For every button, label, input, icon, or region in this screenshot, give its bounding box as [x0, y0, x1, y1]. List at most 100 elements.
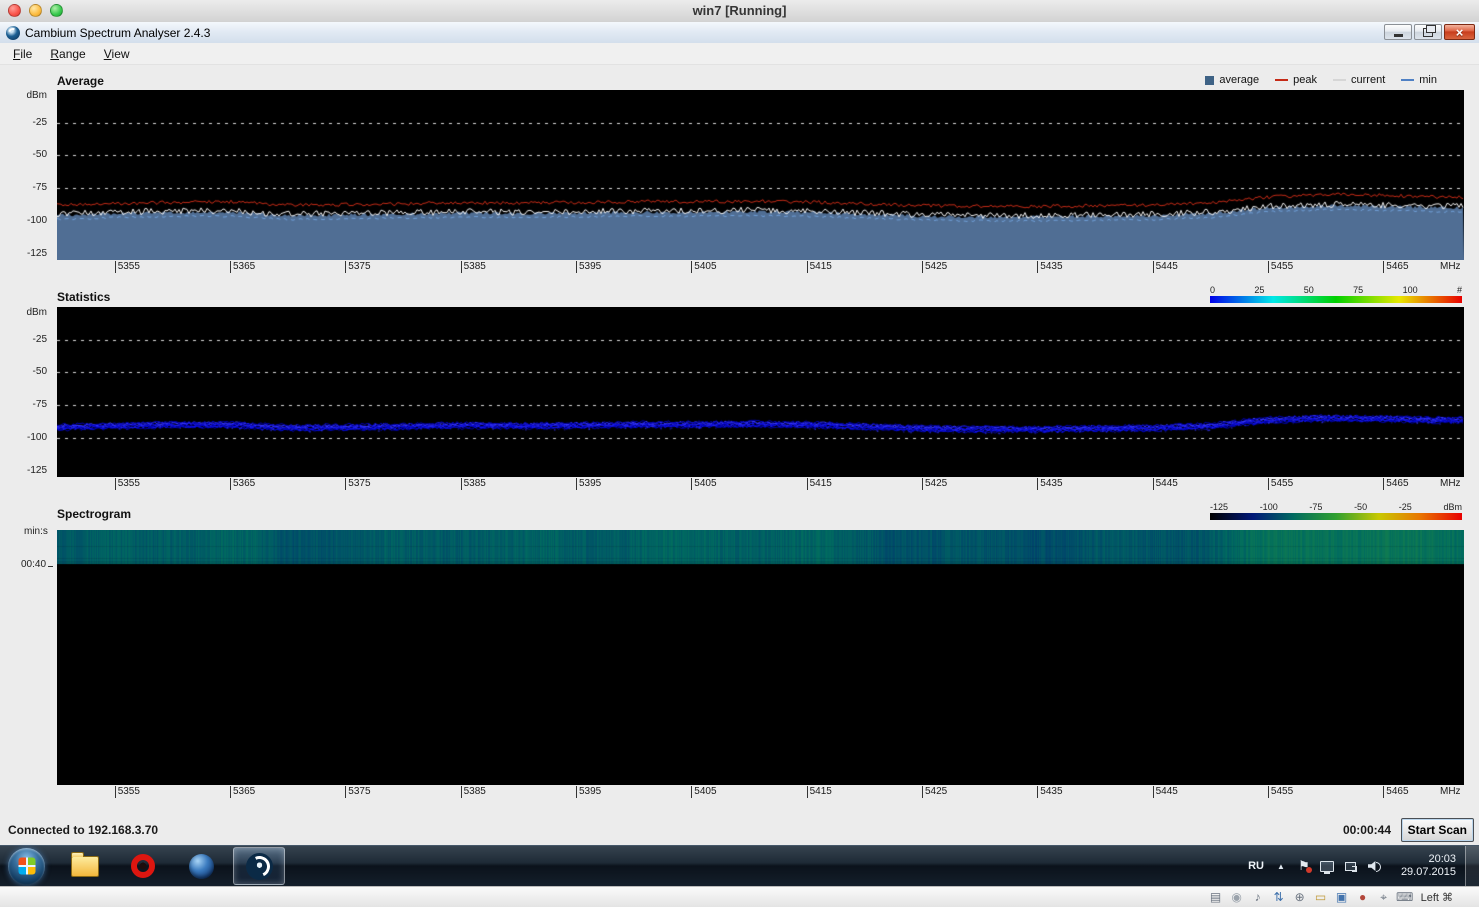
x-tick-label: 5445 [1153, 786, 1178, 798]
x-tick-label: 5375 [345, 786, 370, 798]
start-button[interactable] [8, 848, 45, 885]
colorbar-label: 25 [1254, 285, 1264, 296]
average-legend: averagepeakcurrentmin [1205, 74, 1437, 86]
x-tick-label: 5435 [1037, 786, 1062, 798]
x-tick-label: 5415 [807, 786, 832, 798]
x-tick-label: 5405 [691, 261, 716, 273]
x-tick-label: 5355 [115, 261, 140, 273]
colorbar-label: -50 [1354, 502, 1367, 513]
vbox-folder-icon[interactable] [1313, 889, 1329, 905]
x-tick-label: 5355 [115, 478, 140, 490]
spectrogram-plot-canvas [57, 530, 1464, 785]
macos-titlebar[interactable]: win7 [Running] [0, 0, 1479, 23]
taskbar-buttons [0, 846, 291, 886]
taskbar-explorer-button[interactable] [59, 847, 111, 885]
vbox-status-icons [1208, 889, 1413, 905]
statistics-plot-canvas [57, 307, 1464, 477]
x-tick-label: 5425 [922, 786, 947, 798]
tray-display-icon[interactable] [1319, 858, 1335, 874]
explorer-icon [71, 856, 99, 877]
x-tick-label: 5425 [922, 478, 947, 490]
tray-flag-icon[interactable] [1296, 858, 1312, 874]
x-tick-label: 5355 [115, 786, 140, 798]
statistics-x-axis: 5355536553755385539554055415542554355445… [57, 477, 1464, 493]
spectrogram-colorbar-labels: -125-100-75-50-25dBm [1210, 502, 1462, 513]
elapsed-time: 00:00:44 [1343, 823, 1391, 837]
app-titlebar[interactable]: Cambium Spectrum Analyser 2.4.3 × [0, 22, 1479, 44]
tray-expand-icon[interactable] [1273, 858, 1289, 874]
vbox-mouse-icon[interactable] [1376, 889, 1392, 905]
x-axis-unit-label: MHz [1440, 261, 1461, 273]
vbox-hdd-icon[interactable] [1208, 889, 1224, 905]
x-tick-label: 5405 [691, 478, 716, 490]
host-key-indicator: Left ⌘ [1421, 891, 1453, 904]
x-tick-label: 5385 [461, 786, 486, 798]
y-axis-unit-label: dBm [3, 307, 47, 319]
vbox-record-icon[interactable] [1355, 889, 1371, 905]
statistics-y-axis: dBm-25-50-75-100-125 [0, 307, 53, 477]
menu-file[interactable]: File [4, 44, 41, 64]
x-tick-label: 5385 [461, 261, 486, 273]
vbox-net-icon[interactable] [1271, 889, 1287, 905]
taskbar-opera-button[interactable] [117, 847, 169, 885]
legend-peak: peak [1275, 74, 1317, 86]
close-button[interactable]: × [1444, 24, 1475, 40]
colorbar-label: 100 [1403, 285, 1418, 296]
cambium-app-icon [6, 26, 20, 40]
app-title: Cambium Spectrum Analyser 2.4.3 [25, 26, 210, 40]
x-tick-label: 5365 [230, 261, 255, 273]
menu-range[interactable]: Range [41, 44, 94, 64]
cambium-icon [246, 853, 273, 880]
y-tick-label: -50 [3, 366, 47, 378]
vbox-display-icon[interactable] [1334, 889, 1350, 905]
x-tick-label: 5415 [807, 478, 832, 490]
y-tick-label: -125 [3, 248, 47, 260]
y-axis-unit-label: dBm [3, 90, 47, 102]
statistics-colorbar-gradient [1210, 296, 1462, 303]
vbox-usb-icon[interactable] [1292, 889, 1308, 905]
restore-button[interactable] [1414, 24, 1442, 40]
menu-view[interactable]: View [95, 44, 139, 64]
tray-plug-icon[interactable] [1342, 858, 1358, 874]
y-tick-label: -125 [3, 465, 47, 477]
spectrogram-colorbar: -125-100-75-50-25dBm [1210, 502, 1462, 520]
x-tick-label: 5365 [230, 786, 255, 798]
taskbar-clock[interactable]: 20:03 29.07.2015 [1392, 853, 1456, 879]
minimize-icon [1394, 34, 1403, 37]
statistics-colorbar-labels: 0255075100# [1210, 285, 1462, 296]
y-tick-label: -50 [3, 149, 47, 161]
spectrogram-section-title: Spectrogram [57, 507, 131, 521]
colorbar-label: # [1457, 285, 1462, 296]
colorbar-label: -75 [1309, 502, 1322, 513]
x-tick-label: 5435 [1037, 261, 1062, 273]
minimize-button[interactable] [1384, 24, 1412, 40]
x-tick-label: 5365 [230, 478, 255, 490]
language-indicator[interactable]: RU [1248, 860, 1264, 872]
tray-volume-icon[interactable] [1365, 858, 1381, 874]
vbox-kbd-icon[interactable] [1397, 889, 1413, 905]
x-tick-label: 5445 [1153, 261, 1178, 273]
x-tick-label: 5455 [1268, 261, 1293, 273]
taskbar-blue-globe-button[interactable] [175, 847, 227, 885]
spectrogram-time-unit-label: min:s [24, 526, 48, 537]
x-tick-label: 5375 [345, 478, 370, 490]
y-tick-label: -100 [3, 432, 47, 444]
vbox-cd-icon[interactable] [1229, 889, 1245, 905]
taskbar-cambium-button[interactable] [233, 847, 285, 885]
y-tick-label: -25 [3, 334, 47, 346]
show-desktop-button[interactable] [1465, 846, 1479, 887]
menu-bar: FileRangeView [0, 43, 1479, 65]
average-y-axis: dBm-25-50-75-100-125 [0, 90, 53, 260]
connection-status: Connected to 192.168.3.70 [8, 823, 158, 837]
start-scan-button[interactable]: Start Scan [1401, 818, 1474, 842]
x-tick-label: 5465 [1383, 786, 1408, 798]
clock-time: 20:03 [1392, 853, 1456, 866]
status-bar: Connected to 192.168.3.70 00:00:44 Start… [0, 815, 1479, 845]
legend-current: current [1333, 74, 1385, 86]
x-tick-label: 5465 [1383, 478, 1408, 490]
x-tick-label: 5465 [1383, 261, 1408, 273]
blue-globe-icon [189, 854, 214, 879]
spectrogram-time-tick-label: 00:40 [21, 559, 53, 570]
vbox-audio-icon[interactable] [1250, 889, 1266, 905]
average-x-axis: 5355536553755385539554055415542554355445… [57, 260, 1464, 276]
